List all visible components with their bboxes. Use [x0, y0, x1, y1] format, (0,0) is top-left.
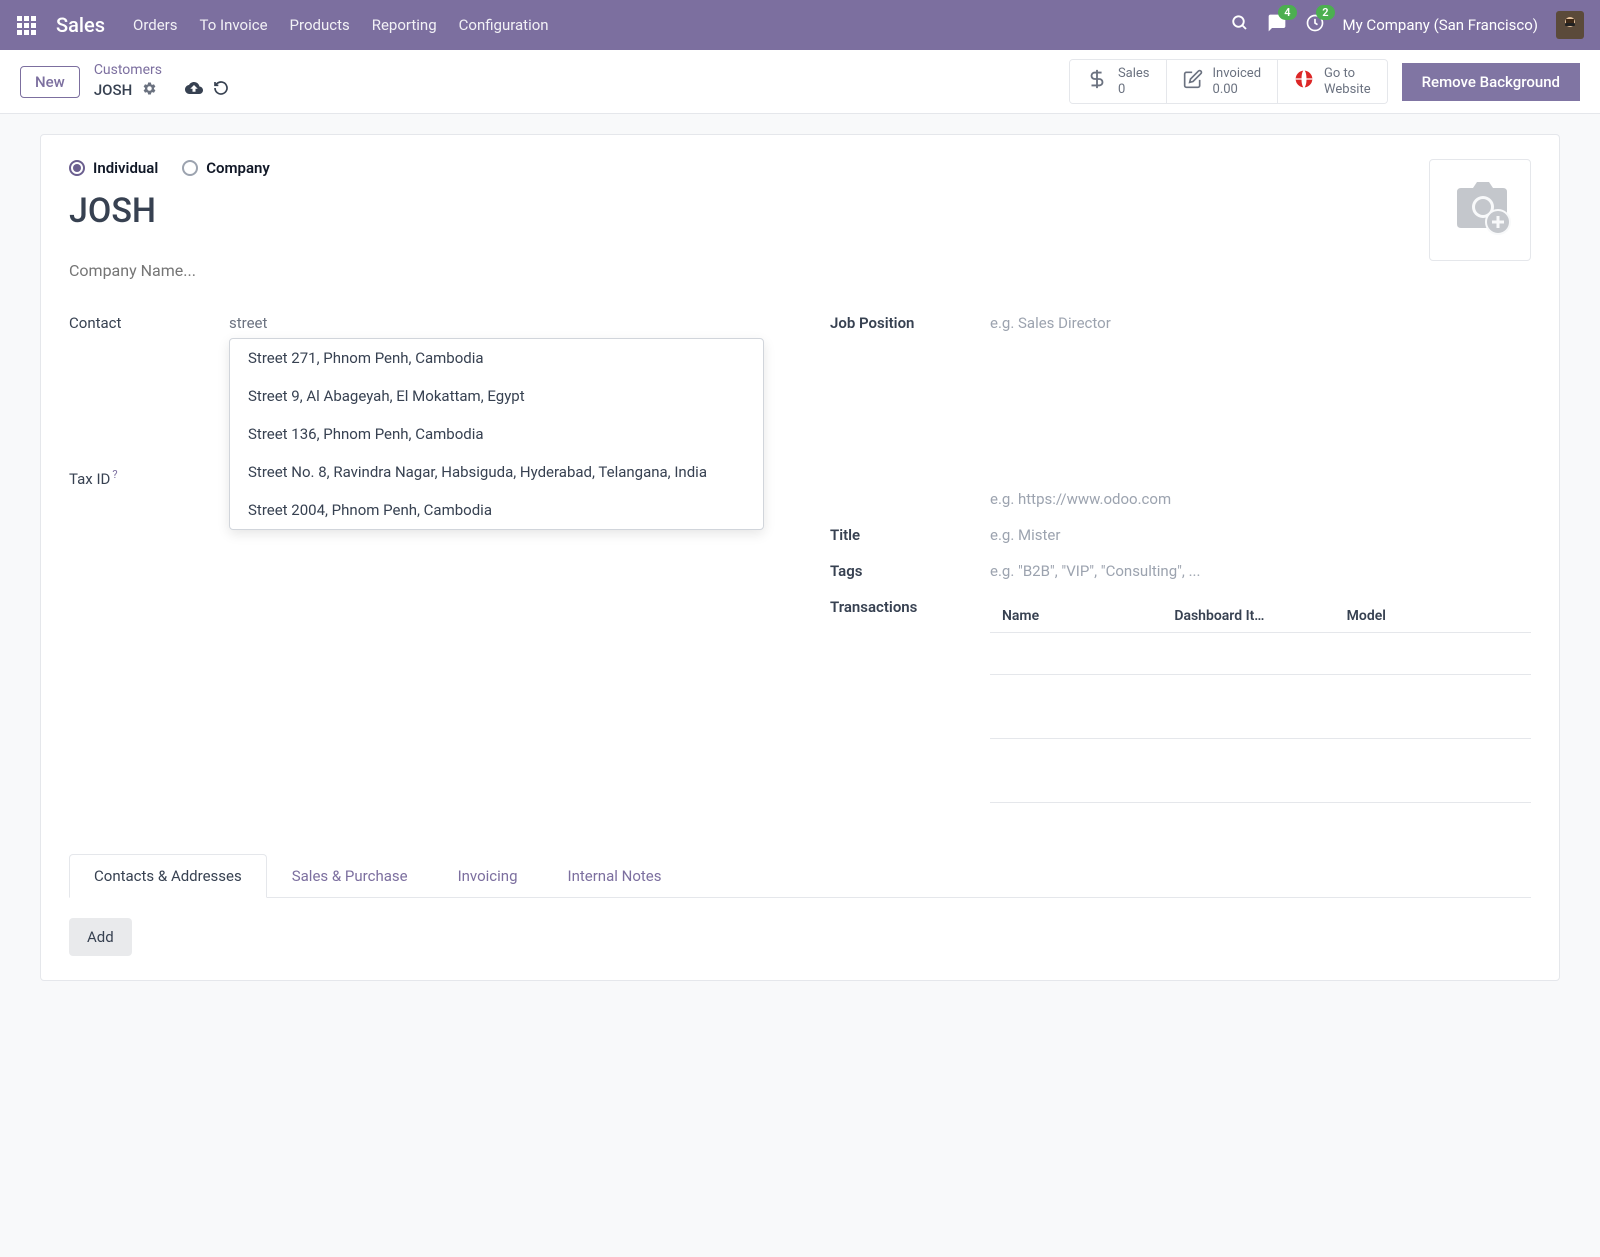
cloud-save-icon[interactable] — [185, 79, 203, 102]
customer-name[interactable]: JOSH — [69, 191, 1429, 231]
trans-header-name: Name — [1002, 608, 1174, 624]
stats-buttons: Sales 0 Invoiced 0.00 Go to Website — [1069, 59, 1388, 104]
user-avatar[interactable] — [1556, 11, 1584, 39]
stat-goto-value: Website — [1324, 82, 1371, 98]
job-position-input[interactable]: e.g. Sales Director — [990, 310, 1531, 336]
messages-badge: 4 — [1278, 5, 1296, 20]
messages-icon[interactable]: 4 — [1267, 13, 1287, 37]
navbar-menu: Orders To Invoice Products Reporting Con… — [133, 16, 549, 34]
tab-internal-notes[interactable]: Internal Notes — [543, 854, 687, 898]
radio-company-label: Company — [206, 159, 270, 177]
help-icon[interactable]: ? — [112, 468, 117, 481]
tab-contacts-addresses[interactable]: Contacts & Addresses — [69, 854, 267, 898]
stat-sales-value: 0 — [1118, 82, 1150, 98]
stat-invoiced-button[interactable]: Invoiced 0.00 — [1167, 60, 1279, 103]
transactions-label: Transactions — [830, 594, 980, 616]
stat-sales-button[interactable]: Sales 0 — [1070, 60, 1167, 103]
stat-invoiced-value: 0.00 — [1213, 82, 1262, 98]
table-row[interactable] — [990, 697, 1531, 739]
radio-company[interactable]: Company — [182, 159, 270, 177]
globe-icon — [1294, 69, 1314, 94]
stat-goto-label: Go to — [1324, 66, 1371, 82]
transactions-table: Name Dashboard It… Model — [990, 600, 1531, 803]
breadcrumb-current: JOSH — [94, 81, 132, 101]
title-input[interactable]: e.g. Mister — [990, 522, 1531, 548]
dropdown-item[interactable]: Street No. 8, Ravindra Nagar, Habsiguda,… — [230, 453, 763, 491]
radio-company-dot — [182, 160, 198, 176]
gear-icon[interactable] — [142, 81, 157, 101]
nav-orders[interactable]: Orders — [133, 16, 178, 34]
stat-website-button[interactable]: Go to Website — [1278, 60, 1387, 103]
image-upload-placeholder[interactable] — [1429, 159, 1531, 261]
nav-reporting[interactable]: Reporting — [372, 16, 437, 34]
dropdown-item[interactable]: Street 271, Phnom Penh, Cambodia — [230, 339, 763, 377]
dropdown-item[interactable]: Street 2004, Phnom Penh, Cambodia — [230, 491, 763, 529]
street-dropdown: Street 271, Phnom Penh, Cambodia Street … — [229, 338, 764, 530]
nav-to-invoice[interactable]: To Invoice — [200, 16, 268, 34]
stat-sales-label: Sales — [1118, 66, 1150, 82]
edit-icon — [1183, 69, 1203, 94]
trans-header-dashboard: Dashboard It… — [1174, 608, 1346, 624]
breadcrumb-customers[interactable]: Customers — [94, 61, 229, 79]
website-input[interactable]: e.g. https://www.odoo.com — [990, 486, 1531, 512]
website-label — [830, 486, 980, 490]
dropdown-item[interactable]: Street 9, Al Abageyah, El Mokattam, Egyp… — [230, 377, 763, 415]
company-selector[interactable]: My Company (San Francisco) — [1343, 16, 1538, 34]
tags-label: Tags — [830, 558, 980, 580]
dropdown-item[interactable]: Street 136, Phnom Penh, Cambodia — [230, 415, 763, 453]
activity-badge: 2 — [1316, 5, 1334, 20]
radio-individual[interactable]: Individual — [69, 159, 158, 177]
discard-icon[interactable] — [213, 80, 229, 101]
tags-input[interactable]: e.g. "B2B", "VIP", "Consulting", ... — [990, 558, 1531, 584]
dollar-icon — [1086, 68, 1108, 95]
new-button[interactable]: New — [20, 66, 80, 98]
job-position-label: Job Position — [830, 310, 980, 332]
radio-individual-label: Individual — [93, 159, 158, 177]
main-navbar: Sales Orders To Invoice Products Reporti… — [0, 0, 1600, 50]
tab-invoicing[interactable]: Invoicing — [433, 854, 543, 898]
form-sheet: Individual Company JOSH — [40, 134, 1560, 981]
form-tabs: Contacts & Addresses Sales & Purchase In… — [69, 853, 1531, 898]
contact-label: Contact — [69, 310, 219, 332]
company-name-input[interactable] — [69, 261, 1429, 280]
tax-id-label: Tax ID? — [69, 466, 219, 488]
table-row[interactable] — [990, 633, 1531, 675]
breadcrumb: Customers JOSH — [94, 61, 229, 102]
radio-individual-dot — [69, 160, 85, 176]
company-type-radio-group: Individual Company — [69, 159, 1429, 177]
activity-icon[interactable]: 2 — [1305, 13, 1325, 37]
main-content: Individual Company JOSH — [20, 114, 1580, 1001]
action-bar: New Customers JOSH Sales 0 — [0, 50, 1600, 114]
table-row[interactable] — [990, 761, 1531, 803]
street-input[interactable]: street — [229, 310, 770, 336]
remove-background-button[interactable]: Remove Background — [1402, 63, 1580, 101]
nav-products[interactable]: Products — [290, 16, 350, 34]
trans-header-model: Model — [1347, 608, 1519, 624]
title-label: Title — [830, 522, 980, 544]
app-brand[interactable]: Sales — [56, 13, 105, 37]
add-button[interactable]: Add — [69, 918, 132, 956]
nav-configuration[interactable]: Configuration — [459, 16, 549, 34]
stat-invoiced-label: Invoiced — [1213, 66, 1262, 82]
search-icon[interactable] — [1231, 14, 1249, 36]
apps-icon[interactable] — [16, 15, 36, 35]
tab-sales-purchase[interactable]: Sales & Purchase — [267, 854, 433, 898]
